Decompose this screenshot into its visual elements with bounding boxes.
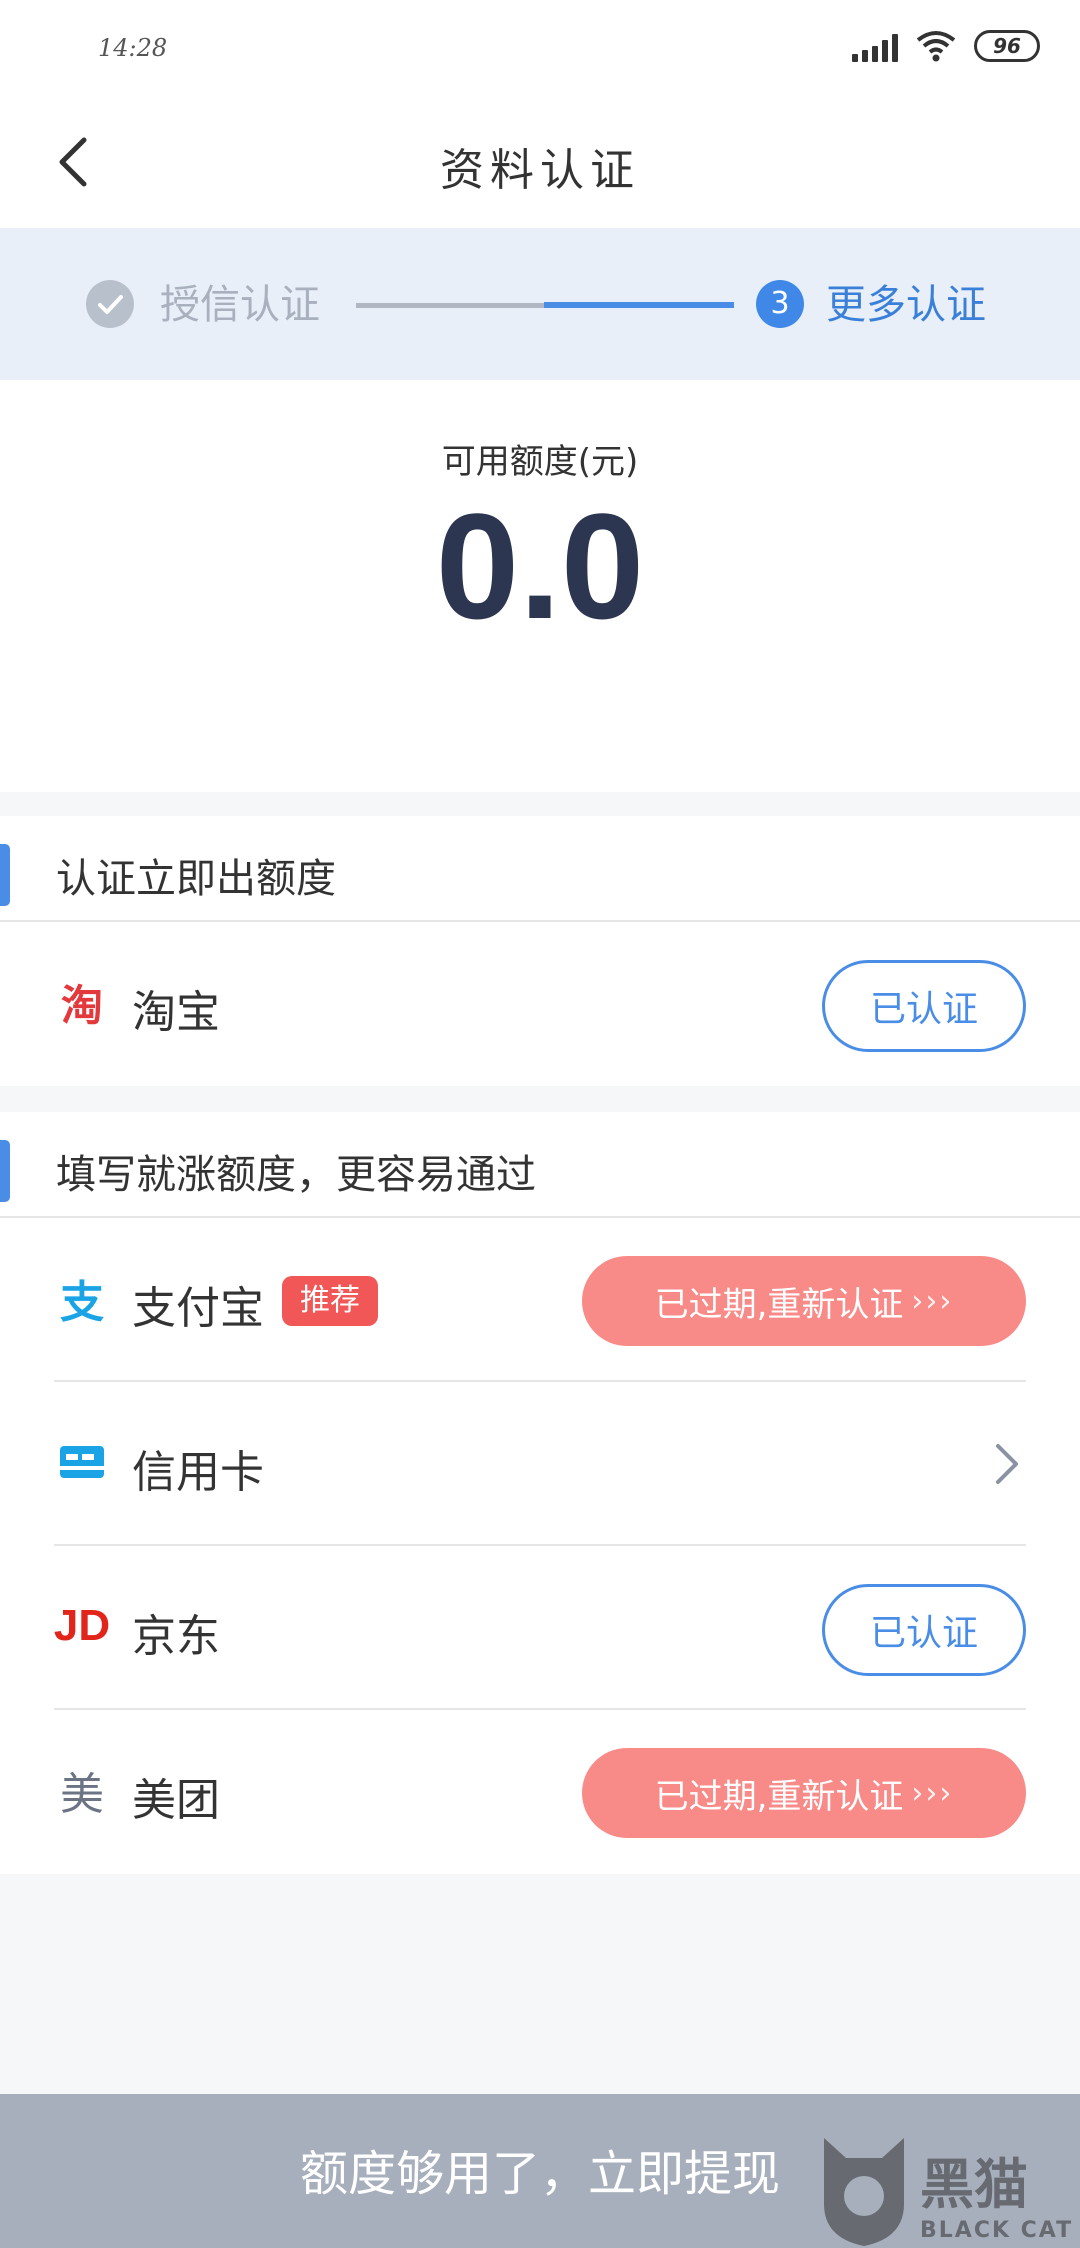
item-label: 信用卡 <box>132 1447 264 1498</box>
reverify-label: 已过期,重新认证 <box>654 1776 904 1817</box>
verified-button[interactable]: 已认证 <box>822 1584 1026 1676</box>
amount-label: 可用额度(元) <box>441 442 639 482</box>
section-more-credit: 填写就涨额度，更容易通过 支 支付宝 推荐 已过期,重新认证 ››› 信用卡 J… <box>0 1112 1080 1874</box>
step1-check-icon <box>86 280 134 328</box>
chevron-right-icon[interactable] <box>986 1438 1026 1490</box>
step-progress: 授信认证 3 更多认证 <box>0 228 1080 380</box>
progress-line-active <box>544 302 734 308</box>
signal-icon <box>852 30 898 62</box>
section-title: 填写就涨额度，更容易通过 <box>56 1152 536 1198</box>
battery-icon: 96 <box>974 30 1040 62</box>
watermark: 黑猫 BLACK CAT <box>810 2134 1080 2248</box>
item-label: 淘宝 <box>132 987 220 1038</box>
list-item-alipay[interactable]: 支 支付宝 推荐 已过期,重新认证 ››› <box>0 1218 1080 1382</box>
section-instant-credit: 认证立即出额度 淘 淘宝 已认证 <box>0 816 1080 1086</box>
list-item-credit-card[interactable]: 信用卡 <box>0 1382 1080 1546</box>
progress-line-done <box>356 303 544 308</box>
credit-amount-panel: 可用额度(元) 0.0 <box>0 380 1080 792</box>
list-item-taobao[interactable]: 淘 淘宝 已认证 <box>0 922 1080 1086</box>
page-title: 资料认证 <box>440 145 640 196</box>
item-label: 京东 <box>132 1611 220 1662</box>
taobao-icon: 淘 <box>60 980 103 1030</box>
item-label: 美团 <box>132 1775 220 1826</box>
reverify-button[interactable]: 已过期,重新认证 ››› <box>582 1748 1026 1838</box>
credit-card-icon <box>56 1436 108 1488</box>
cat-logo-icon <box>824 2138 904 2246</box>
reverify-label: 已过期,重新认证 <box>654 1284 904 1325</box>
jd-icon: JD <box>53 1601 111 1650</box>
section-header: 填写就涨额度，更容易通过 <box>0 1112 1080 1218</box>
bottom-bar: 额度够用了，立即提现 黑猫 BLACK CAT <box>0 2094 1080 2248</box>
step3-label: 更多认证 <box>826 282 986 328</box>
section-marker <box>0 844 10 906</box>
section-title: 认证立即出额度 <box>56 856 336 902</box>
recommend-badge: 推荐 <box>282 1276 378 1326</box>
chevrons-icon: ››› <box>911 1775 954 1811</box>
step3-number: 3 <box>756 280 804 328</box>
status-icons: 96 <box>852 30 1040 62</box>
list-item-meituan[interactable]: 美 美团 已过期,重新认证 ››› <box>0 1710 1080 1874</box>
meituan-icon: 美 <box>60 1769 104 1820</box>
step1-label: 授信认证 <box>160 282 320 328</box>
section-header: 认证立即出额度 <box>0 816 1080 922</box>
verified-button[interactable]: 已认证 <box>822 960 1026 1052</box>
chevrons-icon: ››› <box>911 1283 954 1319</box>
nav-bar: 资料认证 <box>0 96 1080 228</box>
watermark-subtext: BLACK CAT <box>920 2218 1074 2243</box>
watermark-text: 黑猫 <box>920 2153 1028 2216</box>
status-bar: 14:28 96 <box>0 0 1080 96</box>
list-item-jd[interactable]: JD 京东 已认证 <box>0 1546 1080 1710</box>
alipay-icon: 支 <box>60 1277 104 1328</box>
section-marker <box>0 1140 10 1202</box>
wifi-icon <box>916 31 956 62</box>
reverify-button[interactable]: 已过期,重新认证 ››› <box>582 1256 1026 1346</box>
status-time: 14:28 <box>98 34 168 62</box>
item-label: 支付宝 <box>132 1283 264 1334</box>
amount-value: 0.0 <box>435 482 645 650</box>
